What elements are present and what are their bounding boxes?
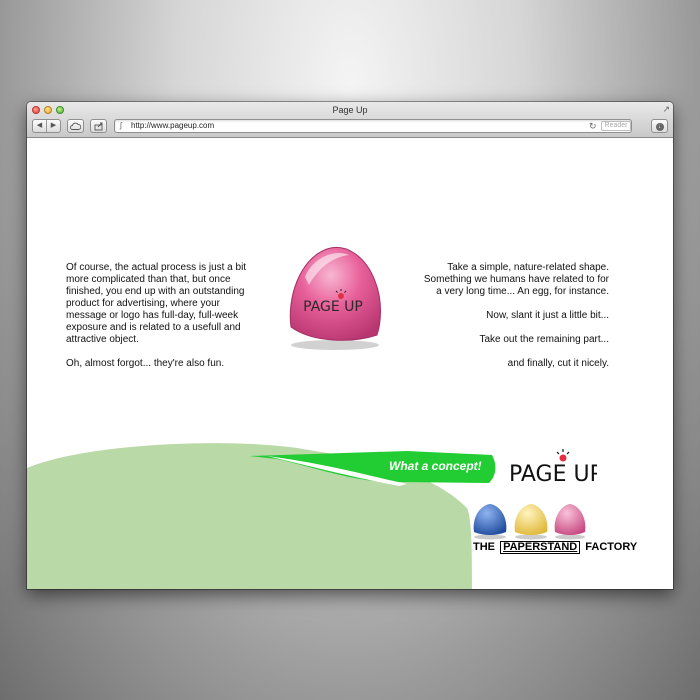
reload-icon[interactable]: ↻ (589, 120, 597, 132)
concept-tagline: What a concept! (389, 459, 482, 473)
left-paragraph-2: Oh, almost forgot... they're also fun. (66, 358, 225, 369)
right-paragraph-4: and finally, cut it nicely. (507, 358, 609, 369)
cloud-icon (70, 122, 82, 130)
window-title: Page Up (332, 105, 368, 115)
browser-window: Page Up ↗ ◀ ▶ ʃ http://www.pageup.com ↻ … (27, 102, 673, 589)
left-description: Of course, the actual process is just a … (66, 262, 256, 382)
right-paragraph-1: Take a simple, nature-related shape. Som… (423, 262, 609, 297)
pink-egg (554, 504, 586, 535)
back-forward-group: ◀ ▶ (32, 119, 61, 133)
reader-button[interactable]: Reader (601, 121, 631, 131)
colored-eggs (473, 504, 586, 540)
logo-text: PAGE UP (303, 299, 363, 315)
factory-prefix: THE (473, 541, 495, 553)
factory-tagline: THE PAPERSTAND FACTORY (473, 541, 637, 554)
factory-suffix: FACTORY (585, 541, 638, 553)
downloads-button[interactable]: ↓ (651, 119, 668, 133)
pageup-brand-logo: PAGE UP (509, 449, 597, 487)
left-paragraph-1: Of course, the actual process is just a … (66, 262, 247, 345)
right-paragraph-3: Take out the remaining part... (479, 334, 609, 345)
yellow-egg (514, 504, 548, 535)
pageup-egg-logo: PAGE UP (289, 247, 381, 350)
page-content: Of course, the actual process is just a … (27, 138, 673, 589)
url-field[interactable]: http://www.pageup.com (131, 120, 214, 132)
forward-arrow-icon[interactable]: ▶ (47, 120, 60, 132)
factory-boxed-word: PAPERSTAND (500, 541, 581, 554)
brand-text: PAGE UP (509, 462, 597, 487)
share-button[interactable] (90, 119, 107, 133)
right-description: Take a simple, nature-related shape. Som… (417, 262, 609, 382)
blue-egg (473, 504, 507, 535)
site-icon: ʃ (120, 121, 122, 130)
share-icon (94, 122, 102, 131)
back-arrow-icon[interactable]: ◀ (33, 120, 47, 132)
cloud-button[interactable] (67, 119, 84, 133)
fullscreen-icon[interactable]: ↗ (662, 104, 670, 115)
title-bar: Page Up ↗ ◀ ▶ ʃ http://www.pageup.com ↻ … (27, 102, 673, 138)
download-icon: ↓ (655, 123, 664, 131)
address-bar[interactable]: ʃ http://www.pageup.com ↻ Reader (114, 119, 632, 133)
right-paragraph-2: Now, slant it just a little bit... (486, 310, 609, 321)
